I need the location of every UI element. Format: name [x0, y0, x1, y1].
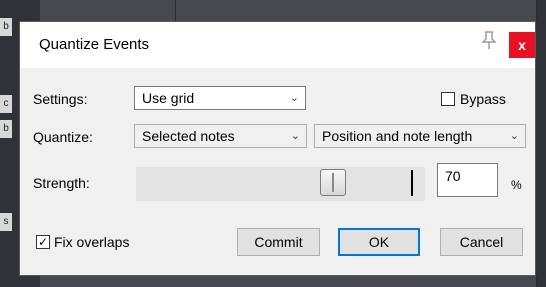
ok-button[interactable]: OK [338, 228, 420, 256]
pin-icon[interactable] [480, 30, 498, 55]
background-track-cell [176, 0, 537, 21]
background-track-cell [40, 276, 537, 287]
chevron-down-icon: ⌄ [290, 130, 300, 142]
strength-unit: % [511, 178, 522, 192]
background-tab: b [0, 120, 12, 138]
background-tab: c [0, 95, 12, 113]
bypass-label[interactable]: Bypass [460, 91, 506, 107]
strength-slider-track[interactable] [136, 167, 425, 201]
quantize-selection-value: Selected notes [142, 128, 235, 144]
dialog-title: Quantize Events [39, 36, 150, 53]
cancel-button[interactable]: Cancel [440, 228, 523, 256]
background-track-cell [40, 0, 101, 21]
quantize-mode-dropdown[interactable]: Position and note length ⌄ [314, 124, 526, 148]
commit-button[interactable]: Commit [237, 228, 320, 256]
fix-overlaps-checkbox[interactable]: ✓ [36, 235, 50, 249]
background-tab: b [0, 18, 12, 36]
quantize-selection-dropdown[interactable]: Selected notes ⌄ [134, 124, 307, 148]
settings-label: Settings: [33, 91, 88, 107]
bypass-checkbox[interactable] [441, 92, 455, 106]
strength-slider-marker [411, 170, 413, 196]
settings-value: Use grid [142, 90, 195, 106]
strength-input[interactable]: 70 [437, 163, 498, 197]
chevron-down-icon: ⌄ [509, 130, 519, 142]
dialog-titlebar[interactable]: Quantize Events x [20, 22, 535, 68]
settings-dropdown[interactable]: Use grid ⌄ [134, 86, 306, 110]
quantize-label: Quantize: [33, 129, 93, 145]
quantize-events-dialog: Quantize Events x Settings: Use grid ⌄ B… [19, 21, 536, 276]
background-tab: s [0, 213, 12, 231]
fix-overlaps-label[interactable]: Fix overlaps [54, 234, 129, 250]
chevron-down-icon: ⌄ [289, 92, 299, 104]
strength-slider-thumb[interactable] [320, 169, 346, 196]
strength-label: Strength: [33, 175, 90, 191]
background-track-cell [100, 0, 176, 21]
quantize-mode-value: Position and note length [322, 128, 473, 144]
close-button[interactable]: x [509, 32, 535, 58]
